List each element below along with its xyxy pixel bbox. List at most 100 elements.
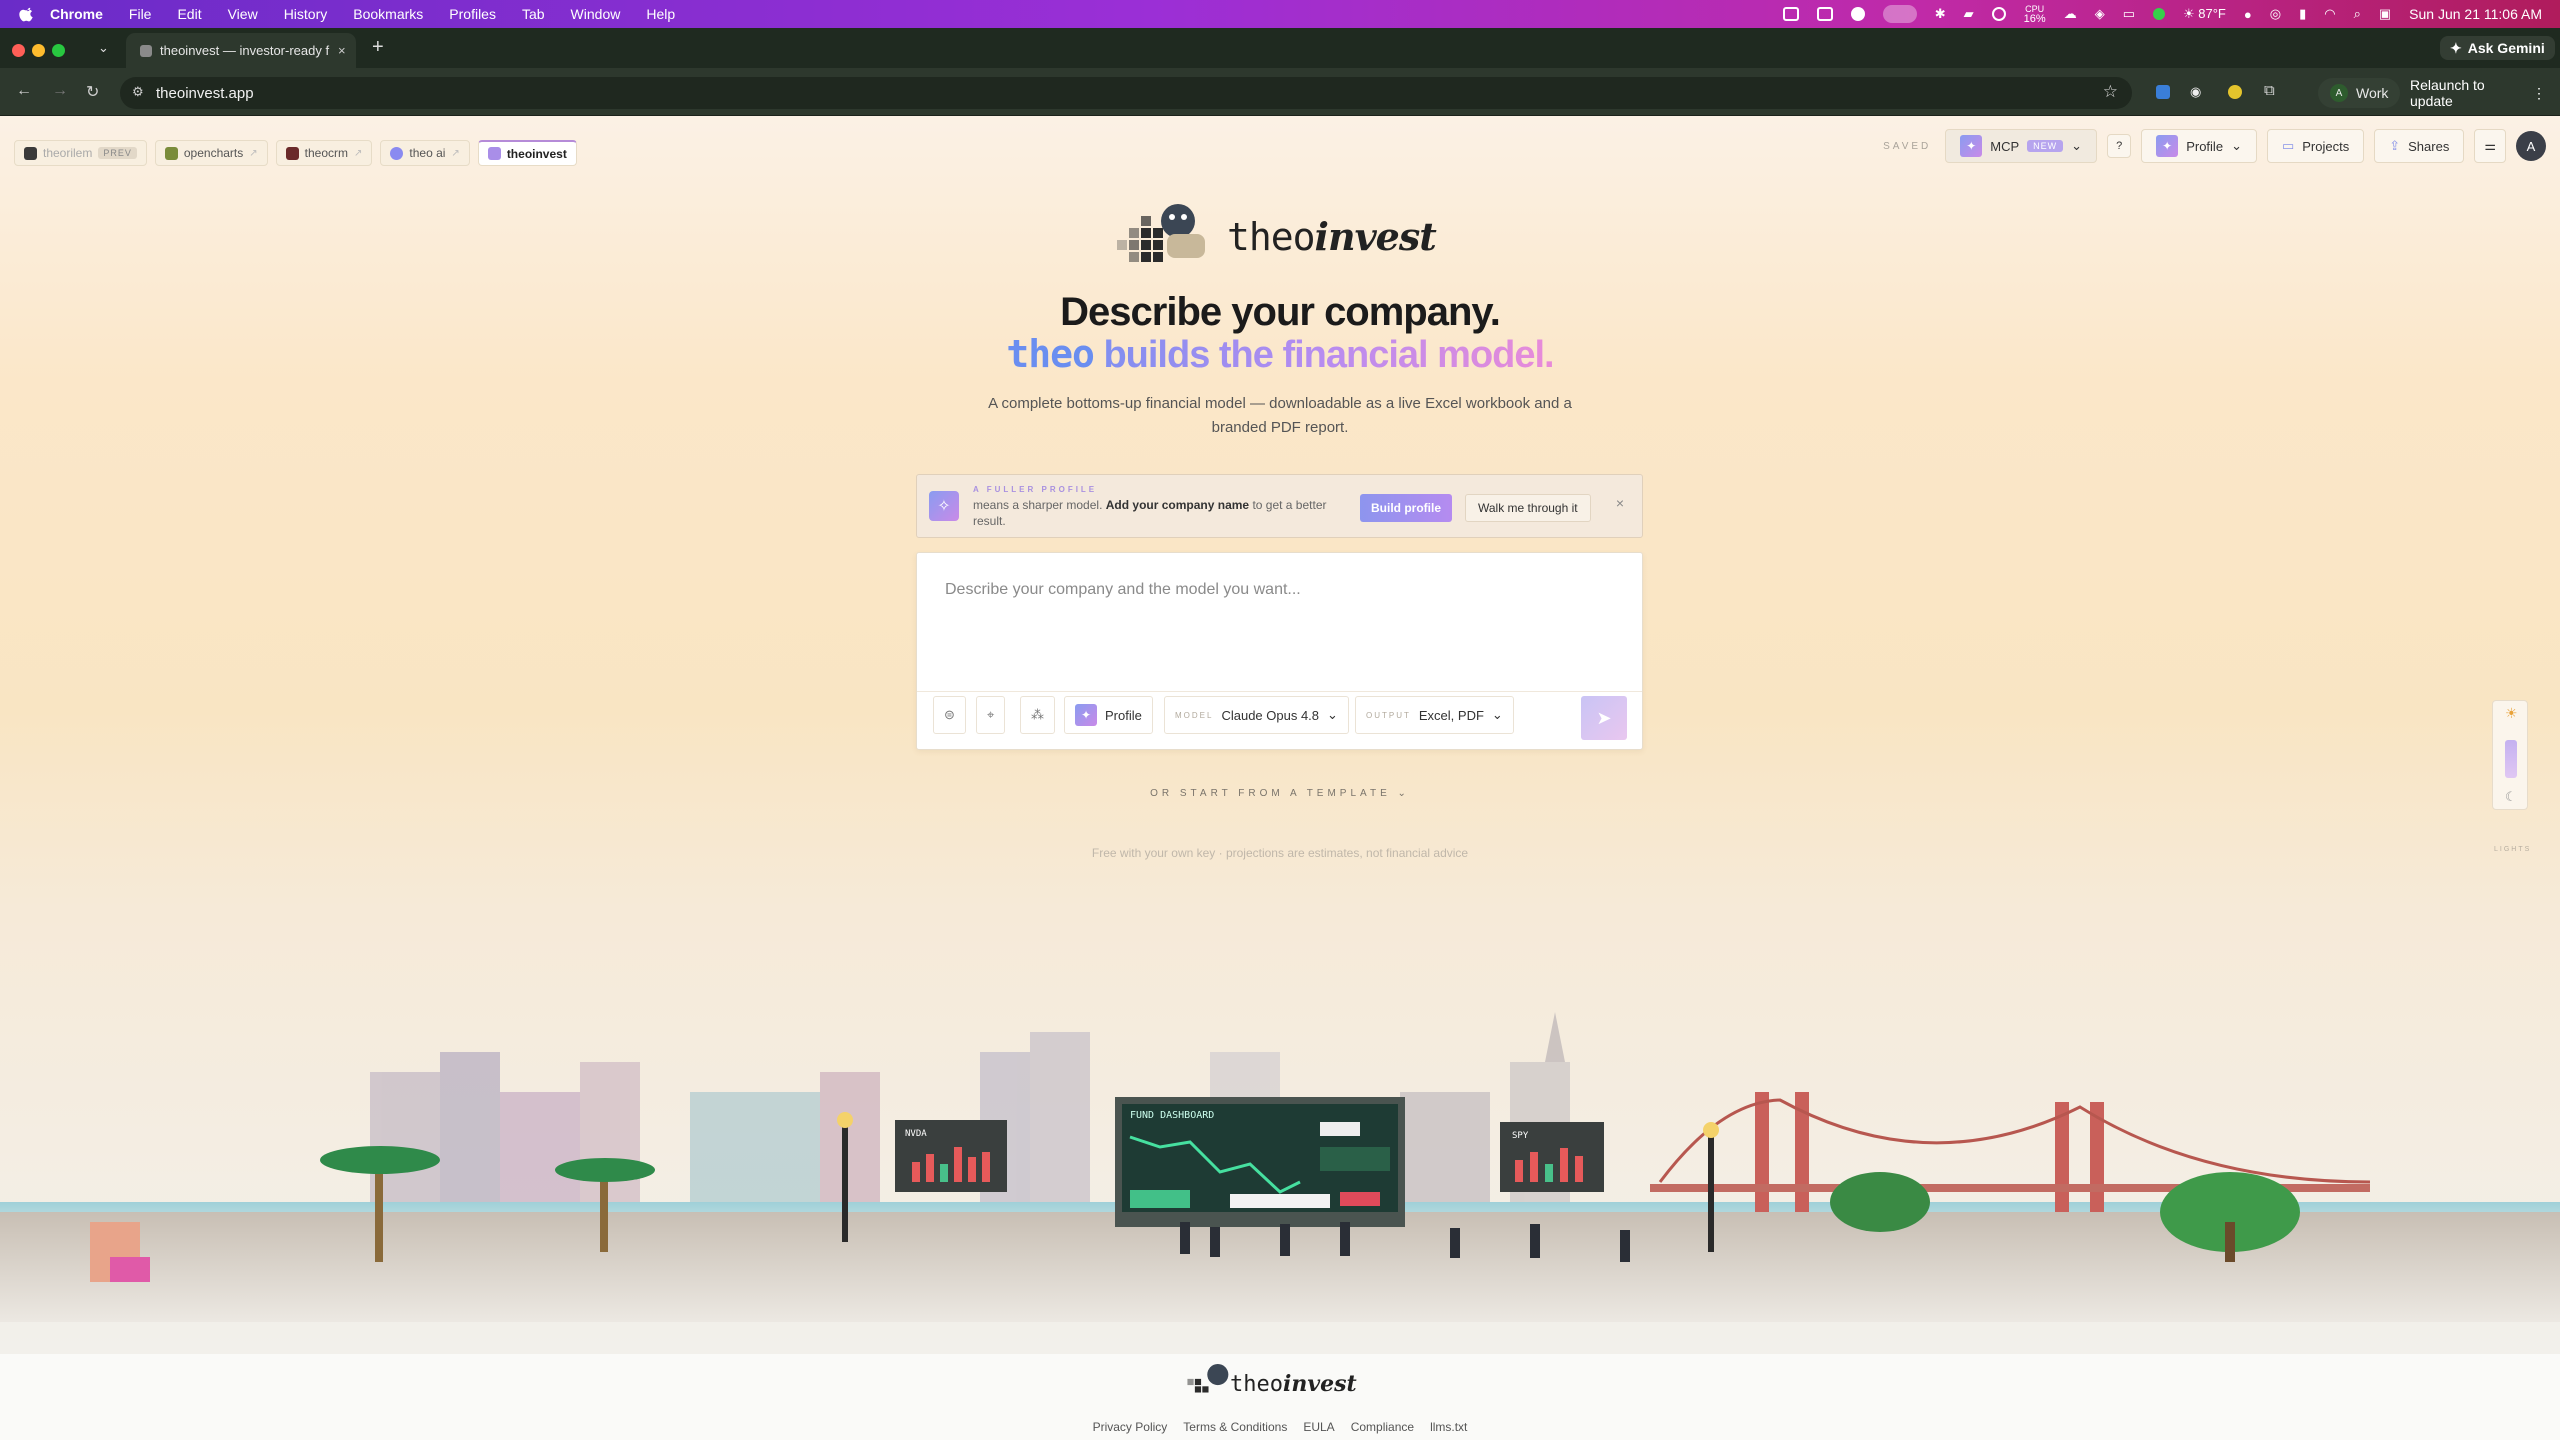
battery-icon[interactable]: ▮	[2299, 6, 2306, 22]
forward-arrow-icon[interactable]: →	[52, 82, 68, 100]
output-select[interactable]: OUTPUT Excel, PDF ⌄	[1355, 696, 1514, 734]
banner-close-icon[interactable]: ×	[1616, 495, 1624, 511]
folder-icon[interactable]: ▰	[1964, 6, 1974, 22]
airdrop-icon[interactable]: ◎	[2270, 6, 2281, 22]
menu-app-name[interactable]: Chrome	[50, 6, 103, 22]
weather-readout[interactable]: ☀ 87°F	[2183, 6, 2226, 22]
app-tab-label: opencharts	[183, 146, 244, 160]
shares-button[interactable]: ⇪ Shares	[2374, 129, 2465, 163]
window-close-button[interactable]	[12, 44, 25, 57]
chrome-profile-button[interactable]: A Work	[2318, 78, 2401, 108]
prompt-composer: Describe your company and the model you …	[916, 552, 1643, 750]
tag-icon[interactable]: ◈	[2095, 6, 2105, 22]
output-value: Excel, PDF	[1418, 707, 1484, 723]
theoinvest-favicon-icon	[487, 147, 501, 160]
sun-icon[interactable]: ☀	[2505, 705, 2518, 722]
model-select[interactable]: MODEL Claude Opus 4.8 ⌄	[1164, 696, 1349, 734]
app-tab-theoinvest[interactable]: theoinvest	[477, 140, 577, 166]
main-stock-screen: FUND DASHBOARD	[1115, 1097, 1405, 1227]
menu-edit[interactable]: Edit	[177, 6, 201, 22]
bluetooth-icon[interactable]: ✱	[1935, 6, 1946, 22]
help-label: ?	[2116, 140, 2123, 152]
user-icon[interactable]: ●	[2244, 7, 2252, 22]
moon-icon[interactable]: ☾	[2505, 789, 2517, 805]
back-arrow-icon[interactable]: ←	[16, 82, 32, 100]
profile-menu-button[interactable]: ✦ Profile ⌄	[2141, 129, 2257, 163]
banner-eyebrow: A FULLER PROFILE	[973, 485, 1098, 494]
chevron-down-icon: ⌄	[1327, 707, 1338, 722]
app-tab-opencharts[interactable]: opencharts ↗	[154, 140, 268, 166]
brand-plain: theo	[1227, 214, 1316, 259]
circle-status-icon[interactable]	[1850, 7, 1865, 21]
extensions-puzzle-icon[interactable]: ⧉	[2264, 82, 2275, 99]
terms-link[interactable]: Terms & Conditions	[1183, 1420, 1287, 1434]
chart-status-icon[interactable]	[1782, 7, 1799, 21]
attach-button[interactable]: ⊜	[933, 696, 966, 734]
voice-button[interactable]: ⌖	[976, 696, 1006, 734]
reload-icon[interactable]: ↻	[86, 82, 99, 102]
window-maximize-button[interactable]	[52, 44, 65, 57]
user-avatar[interactable]: A	[2516, 131, 2546, 161]
settings-sliders-button[interactable]: ⚌	[2474, 129, 2506, 163]
more-vert-icon[interactable]: ⋮	[2532, 85, 2546, 102]
browser-tab-active[interactable]: theoinvest — investor-ready f ×	[126, 33, 356, 68]
relaunch-to-update-button[interactable]: Relaunch to update ⋮	[2396, 77, 2560, 109]
cloud-icon[interactable]: ☁	[2064, 6, 2077, 22]
apple-icon[interactable]	[18, 5, 36, 23]
bookmark-star-icon[interactable]: ☆	[2103, 82, 2118, 102]
window-minimize-button[interactable]	[32, 44, 45, 57]
magic-wand-icon: ⁂	[1031, 707, 1044, 722]
external-link-icon: ↗	[451, 147, 460, 159]
ask-gemini-button[interactable]: ✦ Ask Gemini	[2440, 36, 2555, 60]
cpu-meter[interactable]: CPU 16%	[2024, 4, 2046, 25]
app-status-icon[interactable]	[1816, 7, 1833, 21]
mcp-button[interactable]: ✦ MCP NEW ⌄	[1945, 129, 2098, 163]
messages-icon[interactable]	[1991, 7, 2006, 21]
tab-close-icon[interactable]: ×	[338, 43, 346, 58]
send-arrow-icon: ➤	[1596, 707, 1612, 728]
app-tab-theocrm[interactable]: theocrm ↗	[275, 140, 373, 166]
projects-button[interactable]: ▭ Projects	[2266, 129, 2365, 163]
url-bar[interactable]: ⚙ theoinvest.app ☆	[120, 77, 2132, 109]
clock[interactable]: Sun Jun 21 11:06 AM	[2409, 6, 2542, 22]
site-settings-icon[interactable]: ⚙	[132, 84, 144, 100]
menu-window[interactable]: Window	[571, 6, 621, 22]
walk-me-through-button[interactable]: Walk me through it	[1465, 494, 1591, 522]
disclaimer-text: Free with your own key · projections are…	[1091, 846, 1469, 860]
model-label: MODEL	[1175, 710, 1214, 720]
build-profile-button[interactable]: Build profile	[1360, 494, 1452, 522]
screen-status-icon[interactable]	[1882, 5, 1917, 23]
theme-slider-thumb[interactable]	[2505, 740, 2517, 778]
tab-list-chevron-icon[interactable]: ⌄	[98, 40, 109, 56]
display-icon[interactable]: ▭	[2123, 6, 2135, 22]
menu-bookmarks[interactable]: Bookmarks	[353, 6, 423, 22]
llms-txt-link[interactable]: llms.txt	[1430, 1420, 1467, 1434]
extension-p-icon[interactable]	[2156, 85, 2170, 99]
prompt-input[interactable]: Describe your company and the model you …	[945, 581, 1301, 599]
menu-help[interactable]: Help	[646, 6, 675, 22]
saved-status: SAVED	[1883, 140, 1932, 152]
menu-file[interactable]: File	[129, 6, 152, 22]
menu-view[interactable]: View	[228, 6, 258, 22]
new-tab-plus-icon[interactable]: +	[372, 36, 384, 59]
menu-history[interactable]: History	[284, 6, 328, 22]
compliance-link[interactable]: Compliance	[1351, 1420, 1414, 1434]
extension-coin-icon[interactable]	[2228, 85, 2242, 99]
menu-tab[interactable]: Tab	[522, 6, 545, 22]
help-button[interactable]: ?	[2107, 134, 2132, 158]
composer-profile-button[interactable]: ✦ Profile	[1064, 696, 1153, 734]
profile-label: Work	[2356, 85, 2389, 101]
extension-eye-icon[interactable]: ◉	[2190, 84, 2201, 100]
send-button[interactable]: ➤	[1581, 696, 1627, 740]
magic-button[interactable]: ⁂	[1020, 696, 1055, 734]
search-icon[interactable]: ⌕	[2354, 6, 2361, 22]
app-tab-theo-ai[interactable]: theo ai ↗	[380, 140, 470, 166]
wifi-icon[interactable]: ◠	[2324, 6, 2335, 22]
app-tab-theorilem[interactable]: theorilem PREV	[14, 140, 147, 166]
eula-link[interactable]: EULA	[1303, 1420, 1334, 1434]
status-dot-icon[interactable]	[2152, 8, 2165, 20]
start-from-template-link[interactable]: OR START FROM A TEMPLATE ⌄	[0, 788, 2560, 799]
menu-profiles[interactable]: Profiles	[449, 6, 496, 22]
privacy-policy-link[interactable]: Privacy Policy	[1093, 1420, 1168, 1434]
control-center-icon[interactable]: ▣	[2379, 6, 2391, 22]
